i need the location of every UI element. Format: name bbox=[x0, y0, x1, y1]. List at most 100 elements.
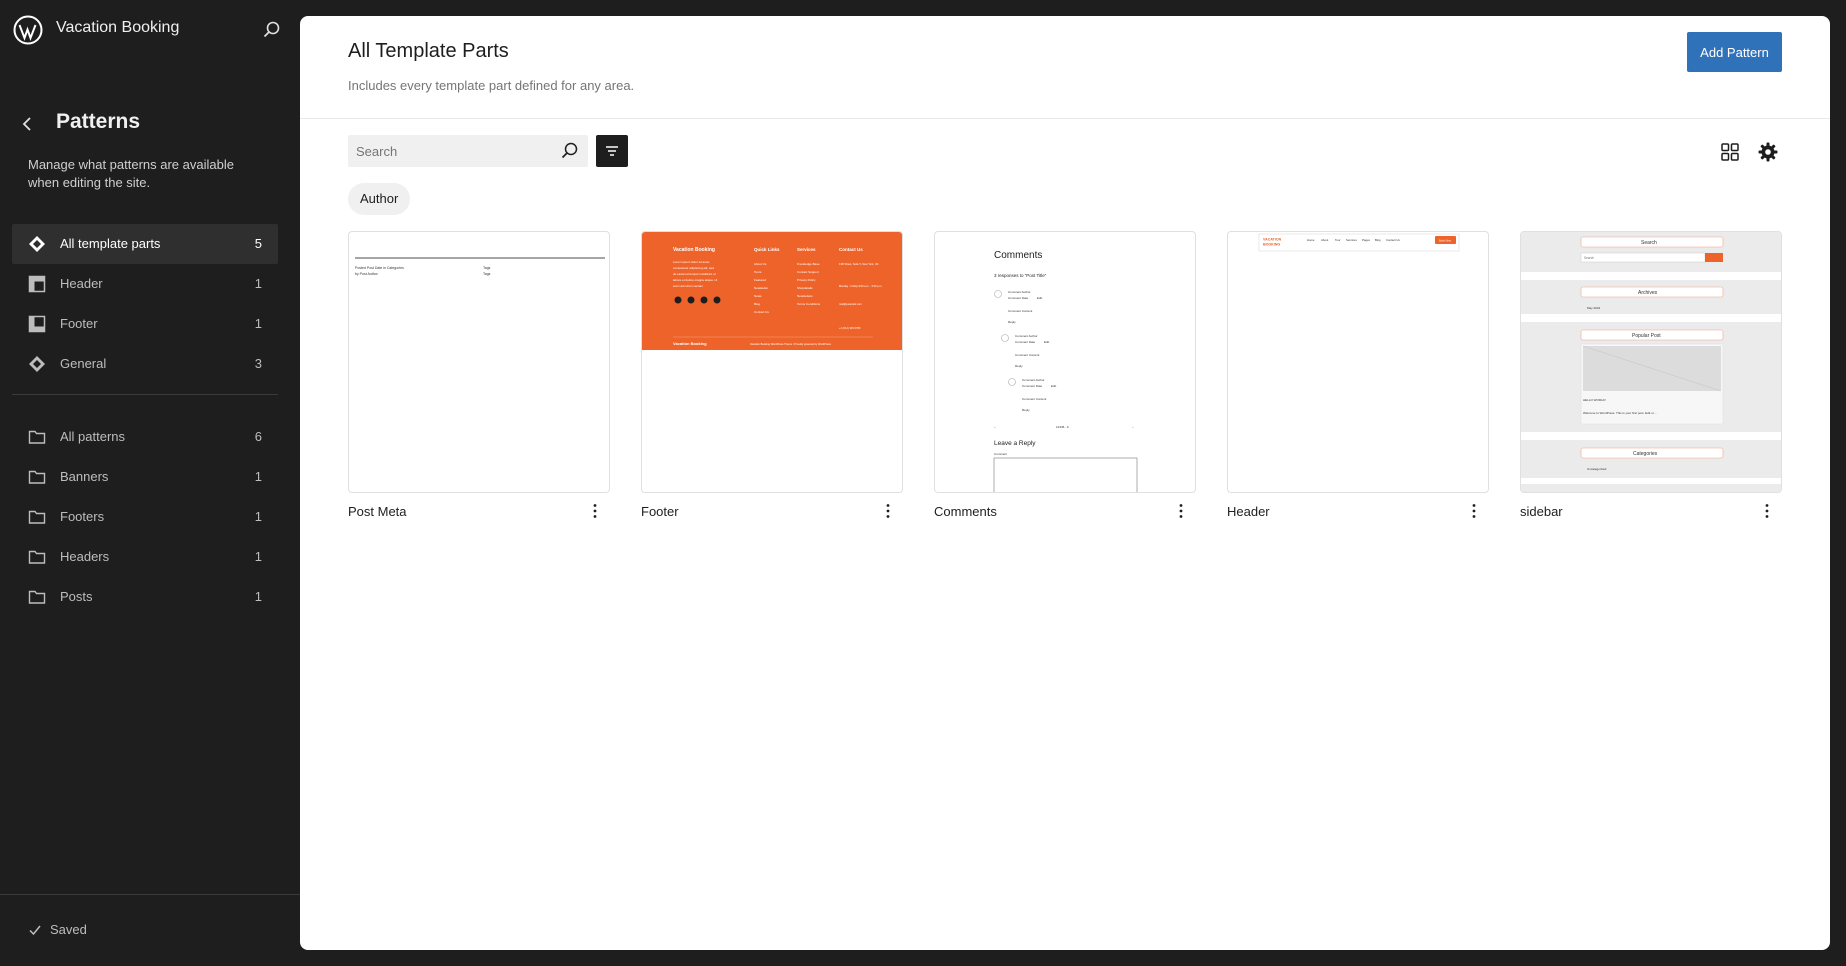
svg-text:Newsletter: Newsletter bbox=[754, 286, 768, 290]
sidebar-item-label: Header bbox=[60, 276, 103, 291]
svg-text:Contact Us: Contact Us bbox=[1386, 238, 1400, 242]
more-vertical-icon[interactable] bbox=[586, 502, 604, 520]
sidebar-item-footer[interactable]: Footer 1 bbox=[12, 304, 278, 344]
preview-text: enim ad minim veniam bbox=[673, 284, 704, 288]
svg-text:mail@example.com: mail@example.com bbox=[839, 302, 862, 306]
sidebar-item-banners[interactable]: Banners 1 bbox=[12, 457, 278, 497]
svg-text:Featured: Featured bbox=[754, 278, 766, 282]
pattern-card-post-meta[interactable]: Posted Post Date in Categories by Post A… bbox=[348, 231, 610, 519]
svg-text:Blog: Blog bbox=[1375, 238, 1381, 242]
author-filter-chip[interactable]: Author bbox=[348, 183, 411, 215]
pattern-preview[interactable]: Search Search Archives May 2024 Popular … bbox=[1520, 231, 1782, 493]
more-vertical-icon[interactable] bbox=[1172, 502, 1190, 520]
sidebar-item-label: Footers bbox=[60, 509, 105, 524]
pattern-preview[interactable]: VACATION BOOKING Home About Tour Service… bbox=[1227, 231, 1489, 493]
search-input[interactable] bbox=[348, 135, 558, 167]
preview-text: BOOKING bbox=[1263, 243, 1280, 247]
svg-text:Reply: Reply bbox=[1022, 408, 1030, 412]
pattern-preview[interactable]: Comments 3 responses to “Post Title” Com… bbox=[934, 231, 1196, 493]
pattern-preview[interactable]: Vacation Booking Lorem ipsum dolor sit a… bbox=[641, 231, 903, 493]
sidebar-item-label: General bbox=[60, 356, 107, 371]
preview-text: Book Now bbox=[1439, 239, 1451, 243]
sidebar-item-count: 1 bbox=[254, 276, 262, 291]
post-meta-preview: Posted Post Date in Categories by Post A… bbox=[355, 257, 605, 276]
gear-icon[interactable] bbox=[1756, 140, 1780, 164]
more-vertical-icon[interactable] bbox=[1465, 502, 1483, 520]
footer-icon bbox=[28, 315, 46, 333]
sidebar-item-header[interactable]: Header 1 bbox=[12, 264, 278, 304]
sidebar-item-label: All patterns bbox=[60, 429, 126, 444]
sidebar-item-general[interactable]: General 3 bbox=[12, 344, 278, 384]
svg-text:Edit: Edit bbox=[1037, 296, 1042, 300]
svg-text:Knowledge Base: Knowledge Base bbox=[797, 262, 820, 266]
header-icon bbox=[28, 275, 46, 293]
preview-text: HELLO WORLD! bbox=[1583, 398, 1606, 402]
site-title[interactable]: Vacation Booking bbox=[56, 19, 179, 37]
pattern-card-sidebar[interactable]: Search Search Archives May 2024 Popular … bbox=[1520, 231, 1782, 519]
card-title[interactable]: Footer bbox=[641, 504, 679, 519]
preview-text: Quick Links bbox=[754, 247, 780, 252]
sidebar-item-all-patterns[interactable]: All patterns 6 bbox=[12, 417, 278, 457]
header-divider bbox=[300, 118, 1830, 119]
svg-text:News: News bbox=[754, 294, 762, 298]
preview-text: Categories bbox=[1633, 451, 1658, 457]
search-box bbox=[348, 135, 588, 167]
preview-text: Comments bbox=[994, 250, 1042, 261]
sidebar-item-footers[interactable]: Footers 1 bbox=[12, 497, 278, 537]
sidebar-item-label: Headers bbox=[60, 549, 110, 564]
sidebar-item-count: 1 bbox=[254, 549, 262, 564]
card-title[interactable]: Header bbox=[1227, 504, 1270, 519]
sidebar-footer-divider bbox=[0, 894, 300, 895]
svg-text:Edit: Edit bbox=[1044, 340, 1049, 344]
sidebar-item-label: Footer bbox=[60, 316, 98, 331]
sidebar-item-count: 3 bbox=[254, 356, 262, 371]
folder-icon bbox=[28, 430, 46, 444]
folder-icon bbox=[28, 550, 46, 564]
filter-button[interactable] bbox=[596, 135, 628, 167]
preview-text: Services bbox=[797, 247, 816, 252]
svg-text:Comment Author: Comment Author bbox=[1022, 378, 1045, 382]
template-parts-list: All template parts 5 Header 1 Footer 1 G… bbox=[12, 224, 278, 384]
grid-view-icon[interactable] bbox=[1718, 140, 1742, 164]
preview-text: Welcome to WordPress. This is your first… bbox=[1583, 411, 1657, 415]
svg-text:Monday - Friday 9:00 a.m. - 5:: Monday - Friday 9:00 a.m. - 5:00 p.m. bbox=[839, 284, 883, 288]
sidebar-item-label: All template parts bbox=[60, 236, 161, 251]
svg-text:Comment Content: Comment Content bbox=[1008, 309, 1033, 313]
preview-text: Tags bbox=[483, 266, 491, 270]
back-chevron-icon[interactable] bbox=[18, 114, 38, 134]
pattern-preview[interactable]: Posted Post Date in Categories by Post A… bbox=[348, 231, 610, 493]
sidebar-item-label: Posts bbox=[60, 589, 93, 604]
pattern-card-header[interactable]: VACATION BOOKING Home About Tour Service… bbox=[1227, 231, 1489, 519]
search-icon[interactable] bbox=[560, 141, 580, 161]
comments-preview: Comments 3 responses to “Post Title” Com… bbox=[993, 250, 1138, 492]
sidebar-item-label: Banners bbox=[60, 469, 109, 484]
card-title[interactable]: Comments bbox=[934, 504, 997, 519]
search-icon[interactable] bbox=[262, 20, 282, 40]
svg-text:Tour: Tour bbox=[1335, 238, 1341, 242]
svg-text:About Us: About Us bbox=[754, 262, 767, 266]
svg-text:Comment Date: Comment Date bbox=[1015, 340, 1036, 344]
pattern-card-comments[interactable]: Comments 3 responses to “Post Title” Com… bbox=[934, 231, 1196, 519]
sidebar-item-headers[interactable]: Headers 1 bbox=[12, 537, 278, 577]
preview-text: Tags bbox=[483, 272, 491, 276]
preview-text: Search bbox=[1641, 240, 1657, 246]
wordpress-logo-icon[interactable] bbox=[13, 15, 43, 45]
more-vertical-icon[interactable] bbox=[1758, 502, 1776, 520]
symbol-filled-icon bbox=[29, 356, 45, 372]
pattern-card-footer[interactable]: Vacation Booking Lorem ipsum dolor sit a… bbox=[641, 231, 903, 519]
add-pattern-button[interactable]: Add Pattern bbox=[1687, 32, 1782, 72]
page-subtitle: Includes every template part defined for… bbox=[348, 78, 635, 93]
card-title[interactable]: sidebar bbox=[1520, 504, 1563, 519]
preview-text: consectetur adipiscing elit, sed bbox=[673, 266, 714, 270]
sidebar-item-all-template-parts[interactable]: All template parts 5 bbox=[12, 224, 278, 264]
pattern-categories-list: All patterns 6 Banners 1 Footers 1 Heade… bbox=[12, 417, 278, 617]
save-status: Saved bbox=[28, 922, 87, 937]
svg-text:Comment Author: Comment Author bbox=[1015, 334, 1038, 338]
svg-text:Comment Date: Comment Date bbox=[1008, 296, 1029, 300]
main-content: All Template Parts Includes every templa… bbox=[300, 16, 1830, 950]
card-title[interactable]: Post Meta bbox=[348, 504, 407, 519]
more-vertical-icon[interactable] bbox=[879, 502, 897, 520]
sidebar-item-posts[interactable]: Posts 1 bbox=[12, 577, 278, 617]
preview-text: do eiusmod tempor incididunt ut bbox=[673, 272, 716, 276]
footer-preview: Vacation Booking Lorem ipsum dolor sit a… bbox=[642, 232, 902, 350]
